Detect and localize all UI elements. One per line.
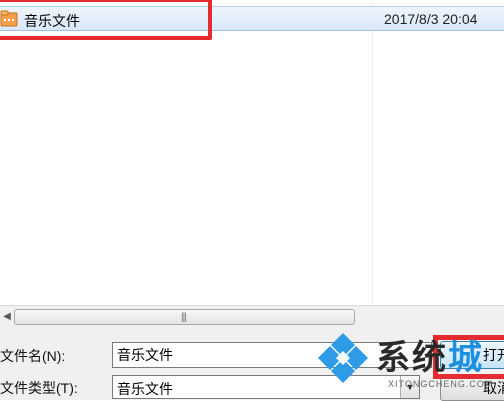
file-list: 音乐文件 2017/8/3 20:04 [0, 0, 504, 305]
watermark-title: 系统城 [376, 330, 484, 379]
watermark-subtitle: XITONGCHENG.COM [388, 379, 494, 389]
file-date: 2017/8/3 20:04 [384, 11, 478, 27]
watermark: 系统城 XITONGCHENG.COM [308, 327, 504, 400]
watermark-logo-icon [318, 333, 368, 383]
scroll-thumb[interactable]: ||| [14, 309, 355, 325]
column-divider [372, 0, 373, 305]
filetype-value: 音乐文件 [117, 381, 173, 397]
scroll-left-icon[interactable]: ◀ [0, 309, 14, 325]
red-highlight-box [0, 0, 212, 40]
watermark-title-main: 系统 [376, 338, 448, 378]
filetype-label: 文件类型(T): [0, 380, 78, 396]
horizontal-scrollbar[interactable]: ◀ ||| [0, 305, 504, 329]
filename-label: 文件名(N): [0, 348, 66, 364]
watermark-title-accent: 城 [448, 338, 484, 378]
thumb-grip-icon: ||| [181, 312, 187, 323]
